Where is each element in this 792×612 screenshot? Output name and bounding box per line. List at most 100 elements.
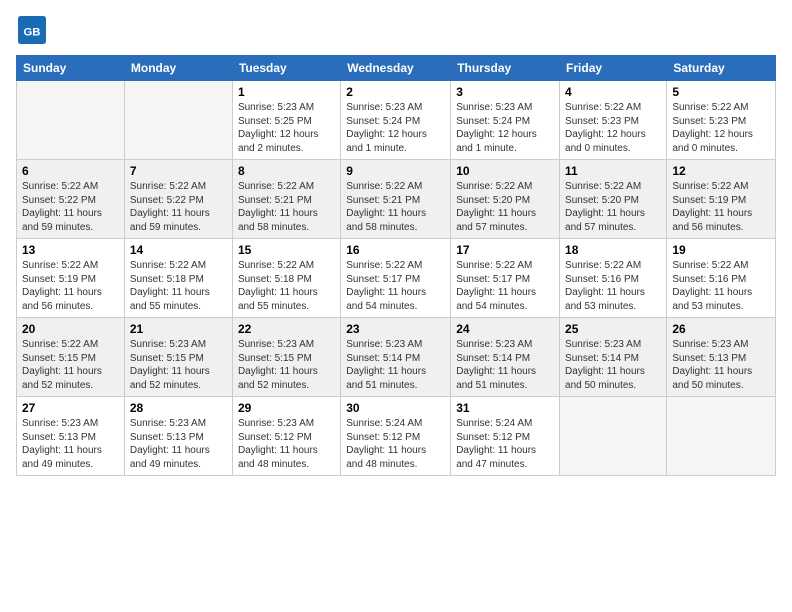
calendar-cell: 14Sunrise: 5:22 AMSunset: 5:18 PMDayligh… [124,239,232,318]
daylight-text: Daylight: 12 hours and 0 minutes. [565,128,661,155]
day-header-saturday: Saturday [667,56,776,81]
day-header-thursday: Thursday [451,56,560,81]
sunset-text: Sunset: 5:25 PM [238,115,335,129]
sunset-text: Sunset: 5:17 PM [346,273,445,287]
daylight-text: Daylight: 11 hours and 47 minutes. [456,444,554,471]
sunrise-text: Sunrise: 5:23 AM [456,338,554,352]
cell-info: Sunrise: 5:23 AMSunset: 5:15 PMDaylight:… [238,338,335,392]
sunset-text: Sunset: 5:12 PM [456,431,554,445]
cell-date-number: 3 [456,85,554,99]
cell-info: Sunrise: 5:23 AMSunset: 5:25 PMDaylight:… [238,101,335,155]
calendar-cell: 2Sunrise: 5:23 AMSunset: 5:24 PMDaylight… [341,81,451,160]
sunrise-text: Sunrise: 5:24 AM [346,417,445,431]
sunset-text: Sunset: 5:13 PM [672,352,770,366]
sunrise-text: Sunrise: 5:22 AM [565,259,661,273]
sunset-text: Sunset: 5:19 PM [22,273,119,287]
calendar-cell: 21Sunrise: 5:23 AMSunset: 5:15 PMDayligh… [124,318,232,397]
calendar-cell [124,81,232,160]
calendar-cell: 30 Sunrise: 5:24 AMSunset: 5:12 PMDayligh… [341,397,451,476]
calendar-week-row: 27Sunrise: 5:23 AMSunset: 5:13 PMDayligh… [17,397,776,476]
sunrise-text: Sunrise: 5:22 AM [672,101,770,115]
cell-info: Sunrise: 5:22 AMSunset: 5:22 PMDaylight:… [130,180,227,234]
calendar-cell: 10Sunrise: 5:22 AMSunset: 5:20 PMDayligh… [451,160,560,239]
calendar-cell: 3Sunrise: 5:23 AMSunset: 5:24 PMDaylight… [451,81,560,160]
sunset-text: Sunset: 5:20 PM [456,194,554,208]
calendar-cell: 22 Sunrise: 5:23 AMSunset: 5:15 PMDayligh… [232,318,340,397]
sunrise-text: Sunrise: 5:23 AM [672,338,770,352]
cell-date-number: 9 [346,164,445,178]
sunrise-text: Sunrise: 5:22 AM [346,259,445,273]
sunrise-text: Sunrise: 5:22 AM [22,338,119,352]
sunset-text: Sunset: 5:12 PM [238,431,335,445]
sunrise-text: Sunrise: 5:23 AM [565,338,661,352]
daylight-text: Daylight: 11 hours and 50 minutes. [565,365,661,392]
sunset-text: Sunset: 5:21 PM [346,194,445,208]
daylight-text: Daylight: 11 hours and 55 minutes. [238,286,335,313]
sunrise-text: Sunrise: 5:22 AM [130,180,227,194]
sunrise-text: Sunrise: 5:23 AM [346,338,445,352]
day-header-friday: Friday [560,56,667,81]
calendar-cell: 18Sunrise: 5:22 AMSunset: 5:16 PMDayligh… [560,239,667,318]
day-header-wednesday: Wednesday [341,56,451,81]
cell-date-number: 30 [346,401,445,415]
cell-date-number: 23 [346,322,445,336]
daylight-text: Daylight: 11 hours and 48 minutes. [346,444,445,471]
logo-area: GB [16,16,50,49]
sunset-text: Sunset: 5:22 PM [130,194,227,208]
cell-date-number: 7 [130,164,227,178]
cell-info: Sunrise: 5:22 AMSunset: 5:16 PMDaylight:… [672,259,770,313]
calendar-cell: 7 Sunrise: 5:22 AMSunset: 5:22 PMDaylight… [124,160,232,239]
daylight-text: Daylight: 11 hours and 54 minutes. [456,286,554,313]
calendar-week-row: 1Sunrise: 5:23 AMSunset: 5:25 PMDaylight… [17,81,776,160]
cell-info: Sunrise: 5:22 AMSunset: 5:17 PMDaylight:… [346,259,445,313]
daylight-text: Daylight: 12 hours and 1 minute. [456,128,554,155]
calendar-cell: 13 Sunrise: 5:22 AMSunset: 5:19 PMDayligh… [17,239,125,318]
sunrise-text: Sunrise: 5:23 AM [456,101,554,115]
sunset-text: Sunset: 5:12 PM [346,431,445,445]
daylight-text: Daylight: 11 hours and 58 minutes. [346,207,445,234]
cell-date-number: 17 [456,243,554,257]
calendar-cell: 11Sunrise: 5:22 AMSunset: 5:20 PMDayligh… [560,160,667,239]
daylight-text: Daylight: 11 hours and 59 minutes. [130,207,227,234]
cell-date-number: 10 [456,164,554,178]
daylight-text: Daylight: 11 hours and 53 minutes. [672,286,770,313]
cell-date-number: 22 [238,322,335,336]
daylight-text: Daylight: 11 hours and 54 minutes. [346,286,445,313]
cell-info: Sunrise: 5:23 AMSunset: 5:14 PMDaylight:… [456,338,554,392]
cell-date-number: 21 [130,322,227,336]
cell-date-number: 25 [565,322,661,336]
daylight-text: Daylight: 11 hours and 53 minutes. [565,286,661,313]
page: GB SundayMondayTuesdayWednesdayThursdayF… [0,0,792,612]
calendar-cell: 24Sunrise: 5:23 AMSunset: 5:14 PMDayligh… [451,318,560,397]
calendar-cell: 31Sunrise: 5:24 AMSunset: 5:12 PMDayligh… [451,397,560,476]
calendar-week-row: 20Sunrise: 5:22 AMSunset: 5:15 PMDayligh… [17,318,776,397]
daylight-text: Daylight: 11 hours and 52 minutes. [22,365,119,392]
cell-info: Sunrise: 5:22 AMSunset: 5:23 PMDaylight:… [565,101,661,155]
sunrise-text: Sunrise: 5:23 AM [22,417,119,431]
cell-date-number: 31 [456,401,554,415]
sunrise-text: Sunrise: 5:22 AM [565,180,661,194]
sunrise-text: Sunrise: 5:22 AM [456,259,554,273]
daylight-text: Daylight: 11 hours and 48 minutes. [238,444,335,471]
calendar-cell [560,397,667,476]
cell-date-number: 8 [238,164,335,178]
calendar-week-row: 6Sunrise: 5:22 AMSunset: 5:22 PMDaylight… [17,160,776,239]
sunrise-text: Sunrise: 5:22 AM [22,180,119,194]
day-header-monday: Monday [124,56,232,81]
calendar-week-row: 13Sunrise: 5:22 AMSunset: 5:19 PMDayligh… [17,239,776,318]
cell-info: Sunrise: 5:22 AMSunset: 5:19 PMDaylight:… [22,259,119,313]
logo-icon: GB [18,16,46,44]
sunset-text: Sunset: 5:13 PM [130,431,227,445]
calendar-cell: 20Sunrise: 5:22 AMSunset: 5:15 PMDayligh… [17,318,125,397]
calendar-cell: 8Sunrise: 5:22 AMSunset: 5:21 PMDaylight… [232,160,340,239]
cell-date-number: 13 [22,243,119,257]
sunset-text: Sunset: 5:15 PM [22,352,119,366]
calendar-cell: 1Sunrise: 5:23 AMSunset: 5:25 PMDaylight… [232,81,340,160]
cell-date-number: 5 [672,85,770,99]
sunrise-text: Sunrise: 5:23 AM [238,338,335,352]
sunrise-text: Sunrise: 5:22 AM [346,180,445,194]
calendar-cell: 25Sunrise: 5:23 AMSunset: 5:14 PMDayligh… [560,318,667,397]
sunrise-text: Sunrise: 5:22 AM [672,180,770,194]
sunrise-text: Sunrise: 5:23 AM [346,101,445,115]
cell-info: Sunrise: 5:22 AMSunset: 5:16 PMDaylight:… [565,259,661,313]
